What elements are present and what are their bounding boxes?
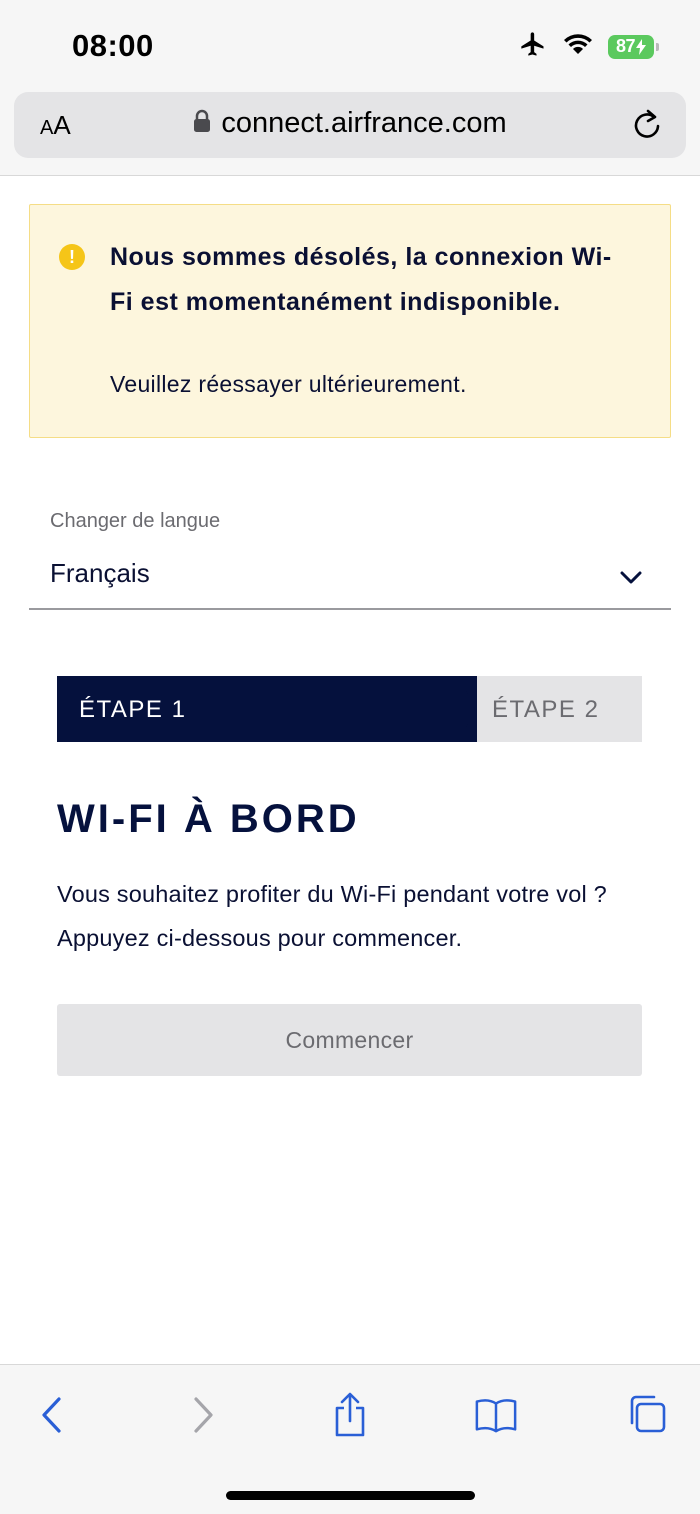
step-1: ÉTAPE 1: [57, 676, 477, 742]
wifi-icon: [562, 32, 594, 61]
back-icon[interactable]: [30, 1391, 74, 1439]
address-bar[interactable]: AA connect.airfrance.com: [14, 92, 686, 158]
alert-title: Nous sommes désolés, la connexion Wi-Fi …: [110, 243, 612, 316]
status-bar: 08:00 87: [0, 0, 700, 90]
step-1-label: ÉTAPE 1: [79, 696, 187, 723]
wifi-unavailable-alert: ! Nous sommes désolés, la connexion Wi-F…: [29, 204, 671, 438]
alert-subtitle: Veuillez réessayer ultérieurement.: [110, 371, 467, 397]
status-time: 08:00: [72, 28, 154, 63]
airplane-icon: [518, 30, 548, 63]
bookmarks-icon[interactable]: [474, 1391, 518, 1439]
lock-icon: [193, 109, 211, 138]
url-display[interactable]: connect.airfrance.com: [14, 107, 686, 140]
tabs-icon[interactable]: [624, 1391, 668, 1439]
share-icon[interactable]: [328, 1391, 372, 1439]
battery-level: 87: [615, 36, 636, 56]
start-button[interactable]: Commencer: [57, 1004, 642, 1076]
language-select-underline: [29, 608, 671, 610]
page-title: WI-FI À BORD: [57, 797, 360, 841]
page-description: Vous souhaitez profiter du Wi-Fi pendant…: [57, 881, 607, 951]
battery-icon: 87: [608, 34, 659, 59]
step-1-arrow: [455, 676, 475, 742]
status-icons: 87: [518, 30, 659, 63]
language-select[interactable]: Français: [50, 558, 150, 589]
language-label: Changer de langue: [50, 510, 221, 532]
step-2-label: ÉTAPE 2: [492, 696, 600, 723]
warning-icon: !: [59, 244, 85, 270]
step-progress: ÉTAPE 1 ÉTAPE 2: [57, 676, 642, 742]
home-indicator[interactable]: [226, 1491, 475, 1500]
url-text: connect.airfrance.com: [221, 107, 507, 139]
forward-icon[interactable]: [181, 1391, 225, 1439]
browser-address-area: AA connect.airfrance.com: [0, 90, 700, 176]
chevron-down-icon[interactable]: [619, 570, 643, 591]
reload-icon[interactable]: [632, 108, 664, 147]
